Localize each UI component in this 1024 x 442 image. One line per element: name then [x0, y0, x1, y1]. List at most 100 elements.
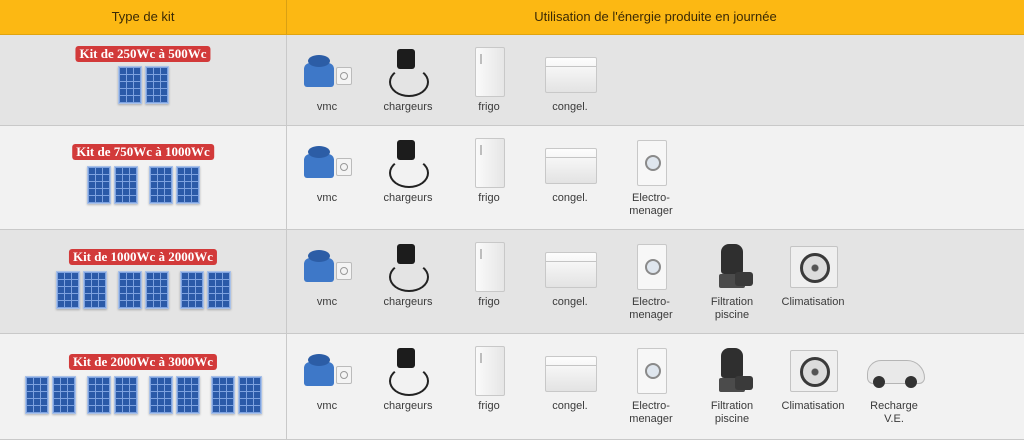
usage-cell: vmc chargeurs frigo congel. Electro- men… — [287, 334, 1024, 439]
header-energy-usage: Utilisation de l'énergie produite en jou… — [534, 9, 777, 24]
usage-label: frigo — [478, 400, 500, 412]
solar-panel-icon — [210, 376, 235, 414]
kit-badge: Kit de 250Wc à 500Wc — [75, 46, 211, 62]
header-kit-type: Type de kit — [0, 0, 287, 34]
usage-cell: vmc chargeurs frigo congel. — [287, 35, 1024, 125]
solar-panel-icon — [175, 376, 200, 414]
solar-panel-icon — [148, 166, 173, 204]
solar-panel-icon — [144, 66, 169, 104]
solar-panels — [0, 66, 286, 104]
freezer-icon — [543, 138, 597, 188]
solar-panel-icon — [117, 66, 142, 104]
usage-label-line1: Recharge — [870, 400, 918, 412]
solar-panel-icon — [55, 271, 80, 309]
solar-panel-icon — [237, 376, 262, 414]
usage-label: Climatisation — [781, 296, 845, 308]
usage-item-frigo: frigo — [452, 346, 526, 413]
ventilation-unit-icon — [300, 138, 354, 188]
usage-label: frigo — [478, 296, 500, 308]
usage-label-line1: Electro- — [632, 296, 670, 308]
solar-panel-icon — [113, 166, 138, 204]
usage-label: congel. — [552, 101, 588, 113]
kit-badge: Kit de 1000Wc à 2000Wc — [68, 249, 218, 265]
usage-label: Climatisation — [781, 400, 845, 412]
usage-item-filtration: Filtration piscine — [695, 346, 769, 426]
solar-panel-icon — [117, 271, 142, 309]
usage-label-line2: menager — [629, 205, 673, 217]
solar-panel-icon — [148, 376, 173, 414]
washing-machine-icon — [624, 138, 678, 188]
usage-cell: vmc chargeurs frigo congel. Electro- men… — [287, 230, 1024, 333]
fridge-icon — [462, 242, 516, 292]
solar-panel-icon — [175, 166, 200, 204]
solar-panel-icon — [206, 271, 231, 309]
charger-icon — [381, 242, 435, 292]
kit-cell: Kit de 750Wc à 1000Wc — [0, 126, 287, 229]
solar-panel-icon — [113, 376, 138, 414]
usage-item-frigo: frigo — [452, 138, 526, 205]
fridge-icon — [462, 138, 516, 188]
electric-car-icon — [867, 346, 925, 396]
usage-item-vmc: vmc — [290, 47, 364, 114]
usage-label-line1: Filtration — [710, 400, 754, 412]
usage-item-vmc: vmc — [290, 138, 364, 205]
usage-label: frigo — [478, 101, 500, 113]
usage-label: chargeurs — [383, 192, 433, 204]
solar-panel-icon — [179, 271, 204, 309]
solar-panel-icon — [24, 376, 49, 414]
solar-panels — [0, 166, 286, 204]
usage-label: vmc — [316, 400, 338, 412]
usage-item-vmc: vmc — [290, 346, 364, 413]
ventilation-unit-icon — [300, 242, 354, 292]
usage-item-climatisation: Climatisation — [776, 346, 850, 413]
ventilation-unit-icon — [300, 47, 354, 97]
usage-item-chargeurs: chargeurs — [371, 242, 445, 309]
usage-label: frigo — [478, 192, 500, 204]
usage-item-chargeurs: chargeurs — [371, 138, 445, 205]
usage-item-vmc: vmc — [290, 242, 364, 309]
charger-icon — [381, 47, 435, 97]
kit-cell: Kit de 1000Wc à 2000Wc — [0, 230, 287, 333]
kit-cell: Kit de 250Wc à 500Wc — [0, 35, 287, 125]
usage-item-congel: congel. — [533, 242, 607, 309]
usage-item-recharge-ve: Recharge V.E. — [857, 346, 931, 426]
usage-label: congel. — [552, 296, 588, 308]
kit-badge: Kit de 750Wc à 1000Wc — [72, 144, 214, 160]
usage-label: vmc — [316, 101, 338, 113]
usage-item-climatisation: Climatisation — [776, 242, 850, 309]
air-conditioner-icon — [786, 242, 840, 292]
usage-label: chargeurs — [383, 400, 433, 412]
usage-label: chargeurs — [383, 101, 433, 113]
pool-filter-icon — [705, 242, 759, 292]
usage-label: vmc — [316, 192, 338, 204]
usage-label-line2: menager — [629, 309, 673, 321]
kit-usage-table: Type de kit Utilisation de l'énergie pro… — [0, 0, 1024, 442]
usage-item-chargeurs: chargeurs — [371, 47, 445, 114]
solar-panel-icon — [51, 376, 76, 414]
usage-label-line2: menager — [629, 413, 673, 425]
usage-label: congel. — [552, 400, 588, 412]
solar-panels — [0, 376, 286, 414]
solar-panel-icon — [144, 271, 169, 309]
table-row-kit-2000-3000: Kit de 2000Wc à 3000Wc vmc chargeurs fri… — [0, 334, 1024, 440]
usage-label-line1: Filtration — [710, 296, 754, 308]
usage-label-line2: V.E. — [884, 413, 904, 425]
air-conditioner-icon — [786, 346, 840, 396]
usage-label: congel. — [552, 192, 588, 204]
table-row-kit-1000-2000: Kit de 1000Wc à 2000Wc vmc chargeurs fri… — [0, 230, 1024, 334]
solar-panel-icon — [86, 376, 111, 414]
usage-label-line1: Electro- — [632, 400, 670, 412]
usage-label: vmc — [316, 296, 338, 308]
usage-label-line2: piscine — [714, 413, 750, 425]
charger-icon — [381, 346, 435, 396]
washing-machine-icon — [624, 346, 678, 396]
kit-badge: Kit de 2000Wc à 3000Wc — [68, 354, 218, 370]
solar-panels — [0, 271, 286, 309]
usage-item-congel: congel. — [533, 47, 607, 114]
usage-item-congel: congel. — [533, 346, 607, 413]
washing-machine-icon — [624, 242, 678, 292]
charger-icon — [381, 138, 435, 188]
pool-filter-icon — [705, 346, 759, 396]
fridge-icon — [462, 346, 516, 396]
ventilation-unit-icon — [300, 346, 354, 396]
